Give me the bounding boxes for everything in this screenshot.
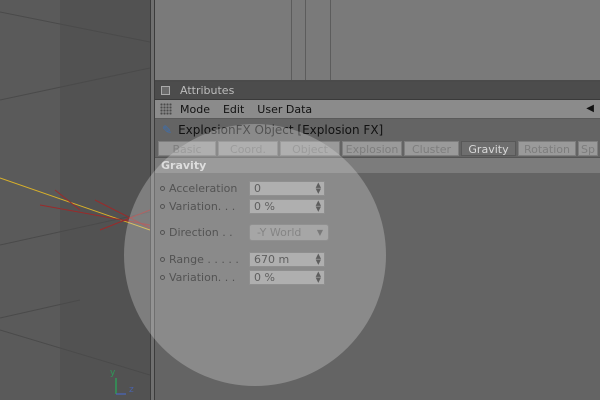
- param-direction: Direction . . -Y World ▼: [160, 223, 329, 241]
- explosion-object-icon: ✎: [162, 123, 173, 137]
- direction-value: -Y World: [257, 225, 302, 239]
- section-gravity[interactable]: Gravity: [155, 157, 600, 173]
- direction-label: Direction . .: [169, 225, 233, 239]
- attribute-tabs: Basic Coord. Object Explosion Cluster Gr…: [155, 141, 600, 157]
- variation-label: Variation. . .: [169, 199, 236, 213]
- attributes-panel: Attributes Mode Edit User Data ◀ ✎ Explo…: [155, 82, 600, 400]
- chevron-down-icon: ▼: [316, 227, 323, 237]
- acceleration-field[interactable]: 0 ▲ ▼: [249, 180, 325, 196]
- animate-toggle-icon[interactable]: [160, 229, 165, 235]
- menu-mode[interactable]: Mode: [180, 103, 210, 116]
- tab-rotation[interactable]: Rotation: [518, 141, 576, 156]
- param-variation-1: Variation. . . 0 % ▲ ▼: [160, 197, 325, 215]
- variation-2-field[interactable]: 0 % ▲ ▼: [249, 269, 325, 285]
- top-panel: [155, 0, 600, 80]
- animate-toggle-icon[interactable]: [160, 185, 165, 191]
- tab-explosion[interactable]: Explosion: [342, 141, 402, 156]
- back-arrow-icon[interactable]: ◀: [586, 103, 594, 114]
- tab-coord[interactable]: Coord.: [218, 141, 278, 156]
- attributes-title: Attributes: [180, 84, 235, 97]
- acceleration-label: Acceleration: [169, 181, 238, 195]
- menu-user-data[interactable]: User Data: [257, 103, 312, 116]
- param-range: Range . . . . . 670 m ▲ ▼: [160, 250, 325, 268]
- viewport-3d[interactable]: y z: [0, 0, 150, 400]
- variation-field[interactable]: 0 % ▲ ▼: [249, 198, 325, 214]
- variation-value: 0 %: [254, 199, 275, 213]
- attributes-menubar: Mode Edit User Data ◀: [155, 100, 600, 119]
- spinner-arrows-icon[interactable]: ▲ ▼: [316, 271, 321, 284]
- spinner-arrows-icon[interactable]: ▲ ▼: [316, 200, 321, 213]
- object-header: ✎ ExplosionFX Object [Explosion FX]: [155, 119, 600, 141]
- axis-label-z: z: [129, 385, 134, 395]
- tab-sp[interactable]: Sp: [578, 141, 598, 156]
- param-variation-2: Variation. . . 0 % ▲ ▼: [160, 268, 325, 286]
- direction-dropdown[interactable]: -Y World ▼: [249, 223, 329, 241]
- range-field[interactable]: 670 m ▲ ▼: [249, 251, 325, 267]
- viewport-grid: [0, 0, 150, 400]
- range-value: 670 m: [254, 252, 290, 266]
- tab-cluster[interactable]: Cluster: [404, 141, 459, 156]
- acceleration-value: 0: [254, 181, 261, 195]
- animate-toggle-icon[interactable]: [160, 203, 165, 209]
- animate-toggle-icon[interactable]: [160, 256, 165, 262]
- attributes-title-bar: Attributes: [155, 82, 600, 100]
- animate-toggle-icon[interactable]: [160, 274, 165, 280]
- panel-close-icon[interactable]: [161, 86, 170, 95]
- tab-object[interactable]: Object: [280, 141, 340, 156]
- tab-basic[interactable]: Basic: [158, 141, 216, 156]
- spinner-arrows-icon[interactable]: ▲ ▼: [316, 253, 321, 266]
- menu-edit[interactable]: Edit: [223, 103, 244, 116]
- grip-icon[interactable]: [160, 103, 172, 115]
- tab-gravity[interactable]: Gravity: [461, 141, 516, 156]
- spinner-arrows-icon[interactable]: ▲ ▼: [316, 182, 321, 195]
- axis-label-y: y: [110, 368, 116, 378]
- object-name: ExplosionFX Object [Explosion FX]: [178, 123, 384, 137]
- param-acceleration: Acceleration 0 ▲ ▼: [160, 179, 325, 197]
- variation-2-value: 0 %: [254, 270, 275, 284]
- variation-2-label: Variation. . .: [169, 270, 236, 284]
- range-label: Range . . . . .: [169, 252, 239, 266]
